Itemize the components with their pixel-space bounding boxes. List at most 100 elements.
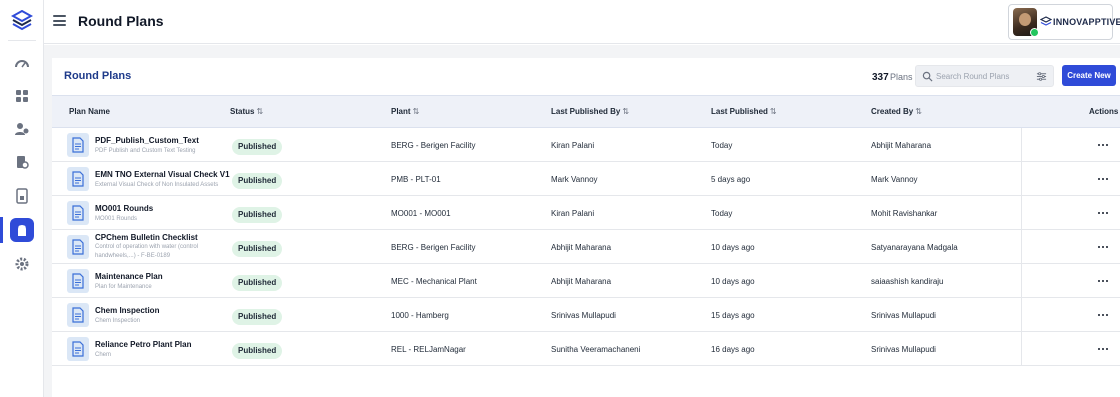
plant-cell: BERG - Berigen Facility [391,141,476,150]
more-actions-icon[interactable] [1096,274,1110,288]
plan-name[interactable]: Maintenance Plan [95,272,163,281]
table-row[interactable]: Chem Inspection Chem Inspection Publishe… [52,298,1120,332]
last-published-by-cell: Srinivas Mullapudi [551,311,616,320]
sidebar-item-settings[interactable] [10,252,34,276]
plant-cell: 1000 - Hamberg [391,311,449,320]
created-by-cell: saiaashish kandiraju [871,277,944,286]
table-row[interactable]: EMN TNO External Visual Check V1 Externa… [52,162,1120,196]
plant-cell: MEC - Mechanical Plant [391,277,477,286]
created-by-cell: Srinivas Mullapudi [871,311,936,320]
last-published-cell: 16 days ago [711,345,755,354]
sidebar-item-users[interactable] [10,117,34,141]
sort-icon[interactable]: ⇅ [622,107,629,116]
status-badge: Published [232,275,283,291]
more-actions-icon[interactable] [1096,240,1110,254]
plan-file-icon [67,133,89,157]
plan-name[interactable]: Reliance Petro Plant Plan [95,340,191,349]
sidebar-item-grid[interactable] [10,84,34,108]
last-published-cell: 10 days ago [711,277,755,286]
created-by-cell: Mark Vannoy [871,175,918,184]
plan-file-icon [67,269,89,293]
plan-description: Chem Inspection [95,318,141,324]
filter-icon[interactable] [1036,71,1047,82]
sort-icon[interactable]: ⇅ [413,107,420,116]
create-new-button[interactable]: Create New [1062,65,1116,86]
plan-name[interactable]: Chem Inspection [95,306,159,315]
plant-cell: MO001 - MO001 [391,209,451,218]
sort-icon[interactable]: ⇅ [915,107,922,116]
sidebar-item-round-plans[interactable] [10,218,34,242]
more-actions-icon[interactable] [1096,308,1110,322]
last-published-cell: 5 days ago [711,175,751,184]
column-header-last-published[interactable]: Last Published ⇅ [711,107,777,116]
dashboard-gauge-icon [15,60,29,68]
more-actions-icon[interactable] [1096,342,1110,356]
column-header-plant[interactable]: Plant ⇅ [391,107,419,116]
plan-description: MO001 Rounds [95,216,138,222]
gear-icon [15,257,29,271]
brand-name: INNOVAPPTIVE [1053,17,1120,27]
sidebar-item-inspection[interactable] [10,150,34,174]
table-row[interactable]: MO001 Rounds MO001 Rounds Published MO00… [52,196,1120,230]
top-bar: Round Plans INNOVAPPTIVE [44,0,1120,44]
more-actions-icon[interactable] [1096,172,1110,186]
plant-cell: BERG - Berigen Facility [391,243,476,252]
column-divider [1021,332,1022,366]
column-header-last-published-by[interactable]: Last Published By ⇅ [551,107,629,116]
last-published-cell: Today [711,209,733,218]
app-logo-icon[interactable] [11,10,33,32]
plan-description: Chem [95,352,112,358]
last-published-cell: 15 days ago [711,311,755,320]
created-by-cell: Abhijit Maharana [871,141,932,150]
plan-name[interactable]: CPChem Bulletin Checklist [95,233,198,242]
column-divider [1021,196,1022,230]
plan-file-icon [67,235,89,259]
column-header-actions: Actions [1089,107,1119,116]
status-badge: Published [232,309,283,325]
hamburger-menu-icon[interactable] [53,15,66,26]
plan-description: External Visual Check of Non Insulated A… [95,182,219,188]
table-row[interactable]: Maintenance Plan Plan for Maintenance Pu… [52,264,1120,298]
last-published-cell: Today [711,141,733,150]
column-divider [1021,298,1022,332]
column-header-status[interactable]: Status ⇅ [230,107,263,116]
document-icon [16,188,28,204]
sidebar-item-documents[interactable] [10,184,34,208]
sidebar-item-dashboard[interactable] [10,51,34,75]
plan-description: Plan for Maintenance [95,284,152,290]
sort-icon[interactable]: ⇅ [770,107,777,116]
users-icon [15,123,29,135]
plan-name[interactable]: MO001 Rounds [95,204,153,213]
last-published-cell: 10 days ago [711,243,755,252]
last-published-by-cell: Sunitha Veeramachaneni [551,345,641,354]
plant-cell: REL - RELJamNagar [391,345,466,354]
plan-name[interactable]: EMN TNO External Visual Check V1 [95,170,230,179]
status-badge: Published [232,343,283,359]
sort-icon[interactable]: ⇅ [256,107,263,116]
plan-description-continued: handwheels,...) - F-BE-0189 [95,253,171,259]
plan-name[interactable]: PDF_Publish_Custom_Text [95,136,199,145]
plant-cell: PMB - PLT-01 [391,175,441,184]
card-title: Round Plans [64,70,132,82]
plans-count: 337 [872,72,889,83]
table-row[interactable]: CPChem Bulletin Checklist Control of ope… [52,230,1120,264]
column-divider [1021,162,1022,196]
grid-icon [16,90,28,102]
inspection-icon [17,156,29,169]
plan-file-icon [67,201,89,225]
table-header: Plan Name Status ⇅ Plant ⇅ Last Published … [52,95,1120,128]
column-divider [1021,230,1022,264]
app-root: Round Plans INNOVAPPTIVE Round Plans 337… [0,0,1120,397]
plan-description: Control of operation with water (control [95,244,199,250]
column-header-created-by[interactable]: Created By ⇅ [871,107,922,116]
plan-file-icon [67,167,89,191]
search-input[interactable] [936,68,1032,84]
table-row[interactable]: Reliance Petro Plant Plan Chem Published… [52,332,1120,366]
more-actions-icon[interactable] [1096,206,1110,220]
more-actions-icon[interactable] [1096,138,1110,152]
column-header-plan-name[interactable]: Plan Name [69,107,110,116]
user-brand-badge[interactable]: INNOVAPPTIVE [1008,4,1120,40]
sidebar-active-indicator [0,217,3,243]
table-row[interactable]: PDF_Publish_Custom_Text PDF Publish and … [52,128,1120,162]
column-divider [1021,264,1022,298]
